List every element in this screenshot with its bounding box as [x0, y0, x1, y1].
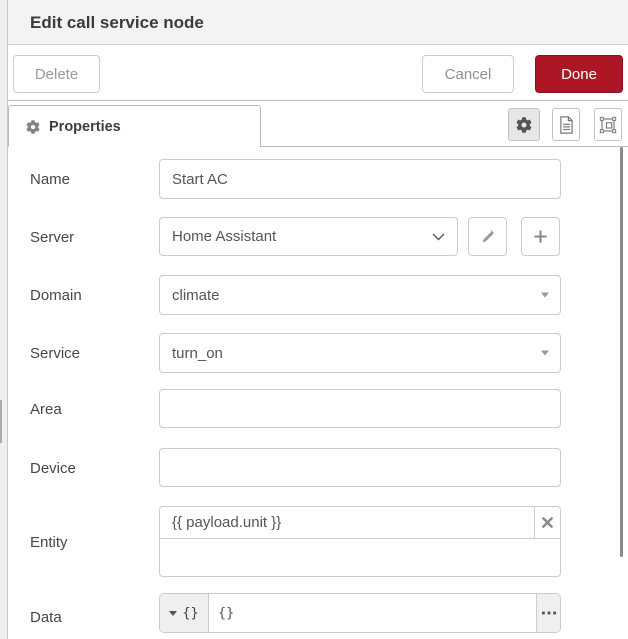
- server-label: Server: [30, 229, 74, 246]
- service-field: [159, 333, 561, 373]
- workspace-left-strip: [0, 0, 8, 639]
- document-icon: [559, 116, 574, 134]
- server-add-button[interactable]: [521, 217, 560, 256]
- domain-field: [159, 275, 561, 315]
- chevron-down-icon: [432, 233, 445, 241]
- scrollbar-thumb[interactable]: [620, 147, 623, 557]
- data-typedinput: {}: [159, 593, 561, 633]
- entity-label: Entity: [30, 534, 68, 551]
- caret-down-icon[interactable]: [541, 293, 549, 298]
- dialog-toolbar: Delete Cancel Done: [8, 46, 628, 101]
- workspace-scrollbar-fragment: [0, 400, 2, 443]
- tab-properties[interactable]: Properties: [8, 105, 261, 147]
- entity-remove-button[interactable]: [534, 507, 560, 538]
- server-edit-button[interactable]: [468, 217, 507, 256]
- domain-label: Domain: [30, 287, 82, 304]
- appearance-tab-button[interactable]: [594, 108, 622, 141]
- description-tab-button[interactable]: [552, 108, 580, 141]
- data-value-input[interactable]: [209, 594, 536, 632]
- service-input[interactable]: [160, 334, 560, 372]
- done-button[interactable]: Done: [535, 55, 623, 93]
- gear-icon: [26, 120, 40, 134]
- pencil-icon: [480, 229, 495, 244]
- json-type-label: {}: [182, 605, 198, 621]
- entity-list: [159, 506, 561, 577]
- service-label: Service: [30, 345, 80, 362]
- plus-icon: [533, 229, 548, 244]
- tab-properties-label: Properties: [49, 119, 121, 135]
- remove-x-icon: [542, 517, 553, 528]
- area-label: Area: [30, 401, 62, 418]
- entity-list-item: [160, 507, 560, 539]
- appearance-icon: [599, 116, 617, 134]
- area-input[interactable]: [159, 389, 561, 428]
- editor-tabbar: Properties: [8, 101, 628, 147]
- server-select-value: Home Assistant: [172, 228, 276, 245]
- device-label: Device: [30, 460, 76, 477]
- caret-down-icon: [169, 611, 177, 616]
- properties-tab-button[interactable]: [508, 108, 540, 141]
- data-type-button[interactable]: {}: [160, 594, 209, 632]
- dialog-title: Edit call service node: [30, 0, 204, 45]
- server-select[interactable]: Home Assistant: [159, 217, 458, 256]
- data-expand-button[interactable]: [536, 594, 560, 632]
- dialog-header: Edit call service node: [8, 0, 628, 45]
- ellipsis-icon: [542, 611, 556, 615]
- entity-input[interactable]: [160, 507, 534, 538]
- device-input[interactable]: [159, 448, 561, 487]
- caret-down-icon[interactable]: [541, 351, 549, 356]
- data-label: Data: [30, 609, 62, 626]
- name-label: Name: [30, 171, 70, 188]
- gear-icon: [516, 117, 532, 133]
- domain-input[interactable]: [160, 276, 560, 314]
- cancel-button[interactable]: Cancel: [422, 55, 514, 93]
- delete-button[interactable]: Delete: [13, 55, 100, 93]
- name-input[interactable]: [159, 159, 561, 199]
